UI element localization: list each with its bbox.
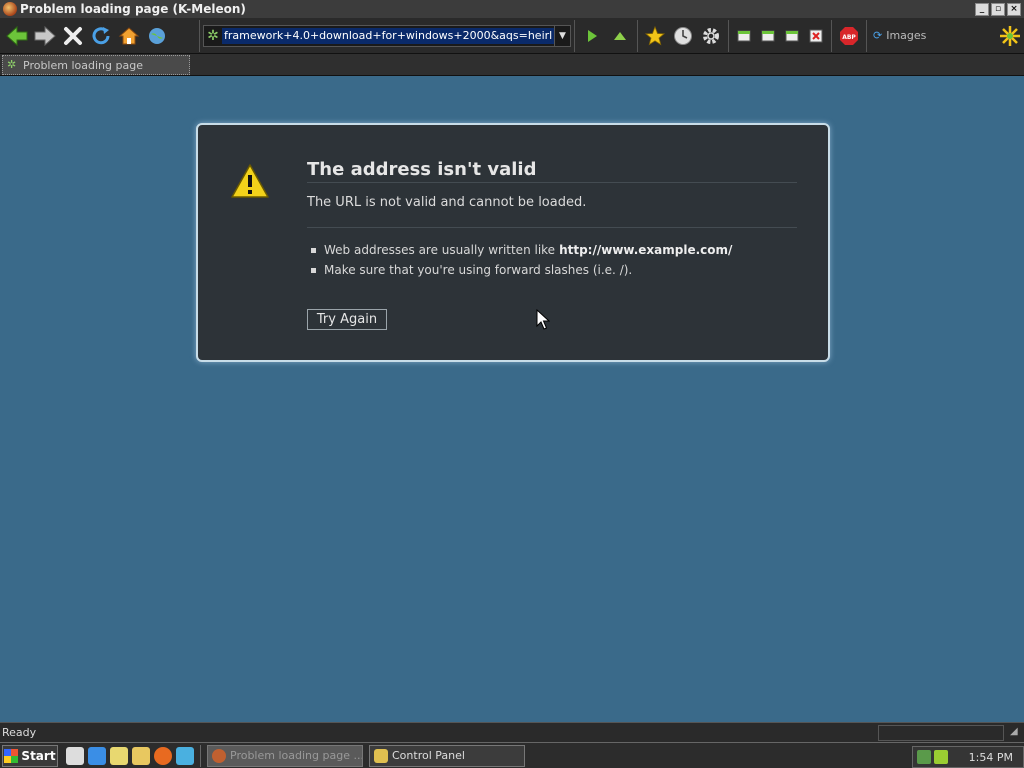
close-window-icon[interactable] <box>804 22 828 50</box>
mouse-pointer-icon <box>536 308 551 334</box>
resize-grip-icon[interactable]: ◢ <box>1010 726 1024 740</box>
url-input[interactable] <box>222 27 554 44</box>
home-icon[interactable] <box>115 22 143 50</box>
url-dropdown-button[interactable]: ▼ <box>554 25 570 46</box>
hint-example-url: http://www.example.com/ <box>559 243 733 257</box>
calendar-icon[interactable] <box>66 746 84 765</box>
window-icon[interactable] <box>732 22 756 50</box>
tab-problem-loading[interactable]: ✲ Problem loading page <box>2 55 190 75</box>
reload-icon[interactable] <box>87 22 115 50</box>
history-icon[interactable] <box>669 22 697 50</box>
globe-icon[interactable] <box>143 22 171 50</box>
bookmark-star-icon[interactable] <box>641 22 669 50</box>
close-button[interactable]: × <box>1007 2 1021 16</box>
error-description: The URL is not valid and cannot be loade… <box>307 195 587 210</box>
control-panel-icon <box>374 748 388 763</box>
task-control-panel[interactable]: Control Panel <box>369 744 525 767</box>
window-titlebar: Problem loading page (K-Meleon) _ ▫ × <box>0 0 1024 18</box>
settings-gear-icon[interactable] <box>697 22 725 50</box>
tray-app-icon[interactable] <box>934 750 948 764</box>
tab-label: Problem loading page <box>23 58 143 72</box>
url-bar[interactable]: ✲ ▼ <box>203 24 571 47</box>
window-icon[interactable] <box>780 22 804 50</box>
network-icon[interactable] <box>917 750 931 764</box>
ie-icon[interactable] <box>88 746 106 765</box>
hint-text: Web addresses are usually written like <box>324 243 556 257</box>
error-title: The address isn't valid <box>307 159 537 180</box>
minimize-button[interactable]: _ <box>975 2 989 16</box>
images-icon: ⟳ <box>873 29 883 42</box>
outlook-icon[interactable] <box>110 746 128 765</box>
svg-text:ABP: ABP <box>842 34 856 41</box>
error-hints-list: Web addresses are usually written like h… <box>311 240 732 280</box>
task-label: Problem loading page ... <box>230 749 363 762</box>
back-icon[interactable] <box>3 22 31 50</box>
system-tray: 1:54 PM <box>912 746 1024 768</box>
clock[interactable]: 1:54 PM <box>969 751 1013 764</box>
adblock-icon[interactable]: ABP <box>835 22 863 50</box>
task-label: Control Panel <box>392 749 465 762</box>
page-content: The address isn't valid The URL is not v… <box>0 76 1024 722</box>
firefox-icon[interactable] <box>154 746 172 765</box>
restore-button[interactable]: ▫ <box>991 2 1005 16</box>
window-title: Problem loading page (K-Meleon) <box>20 2 246 16</box>
stop-icon[interactable] <box>59 22 87 50</box>
start-button[interactable]: Start <box>2 744 58 767</box>
list-item: Make sure that you're using forward slas… <box>311 260 732 280</box>
quick-launch <box>66 744 201 767</box>
task-kmeleon[interactable]: Problem loading page ... <box>207 744 363 767</box>
bullet <box>311 247 316 253</box>
list-item: Web addresses are usually written like h… <box>311 240 732 260</box>
hint-text: Make sure that you're using forward slas… <box>324 263 633 277</box>
error-panel: The address isn't valid The URL is not v… <box>196 123 830 362</box>
divider <box>307 227 797 228</box>
go-icon[interactable] <box>578 22 606 50</box>
loading-spinner-icon: ✲ <box>207 27 219 44</box>
status-text: Ready <box>2 726 37 739</box>
windows-logo-icon <box>4 748 19 763</box>
try-again-button[interactable]: Try Again <box>307 309 387 330</box>
kmeleon-app-icon <box>3 2 17 16</box>
forward-icon[interactable] <box>31 22 59 50</box>
images-label: Images <box>886 29 927 42</box>
warning-icon <box>230 163 270 202</box>
images-button[interactable]: ⟳ Images <box>867 29 932 42</box>
window-icon[interactable] <box>756 22 780 50</box>
send-icon[interactable] <box>176 746 194 765</box>
tab-bar: ✲ Problem loading page <box>0 54 1024 76</box>
progress-area <box>878 724 1004 741</box>
loading-spinner-icon: ✲ <box>7 58 17 71</box>
up-icon[interactable] <box>606 22 634 50</box>
explorer-icon[interactable] <box>132 746 150 765</box>
start-label: Start <box>21 748 56 763</box>
bullet <box>311 267 316 273</box>
navigation-toolbar: ✲ ▼ <box>0 18 1024 54</box>
status-bar: Ready ◢ <box>0 722 1024 742</box>
kmeleon-throbber-icon <box>996 22 1024 50</box>
divider <box>307 182 797 183</box>
taskbar: Start Problem loading page ... Control P… <box>0 742 1024 768</box>
kmeleon-app-icon <box>212 748 226 763</box>
